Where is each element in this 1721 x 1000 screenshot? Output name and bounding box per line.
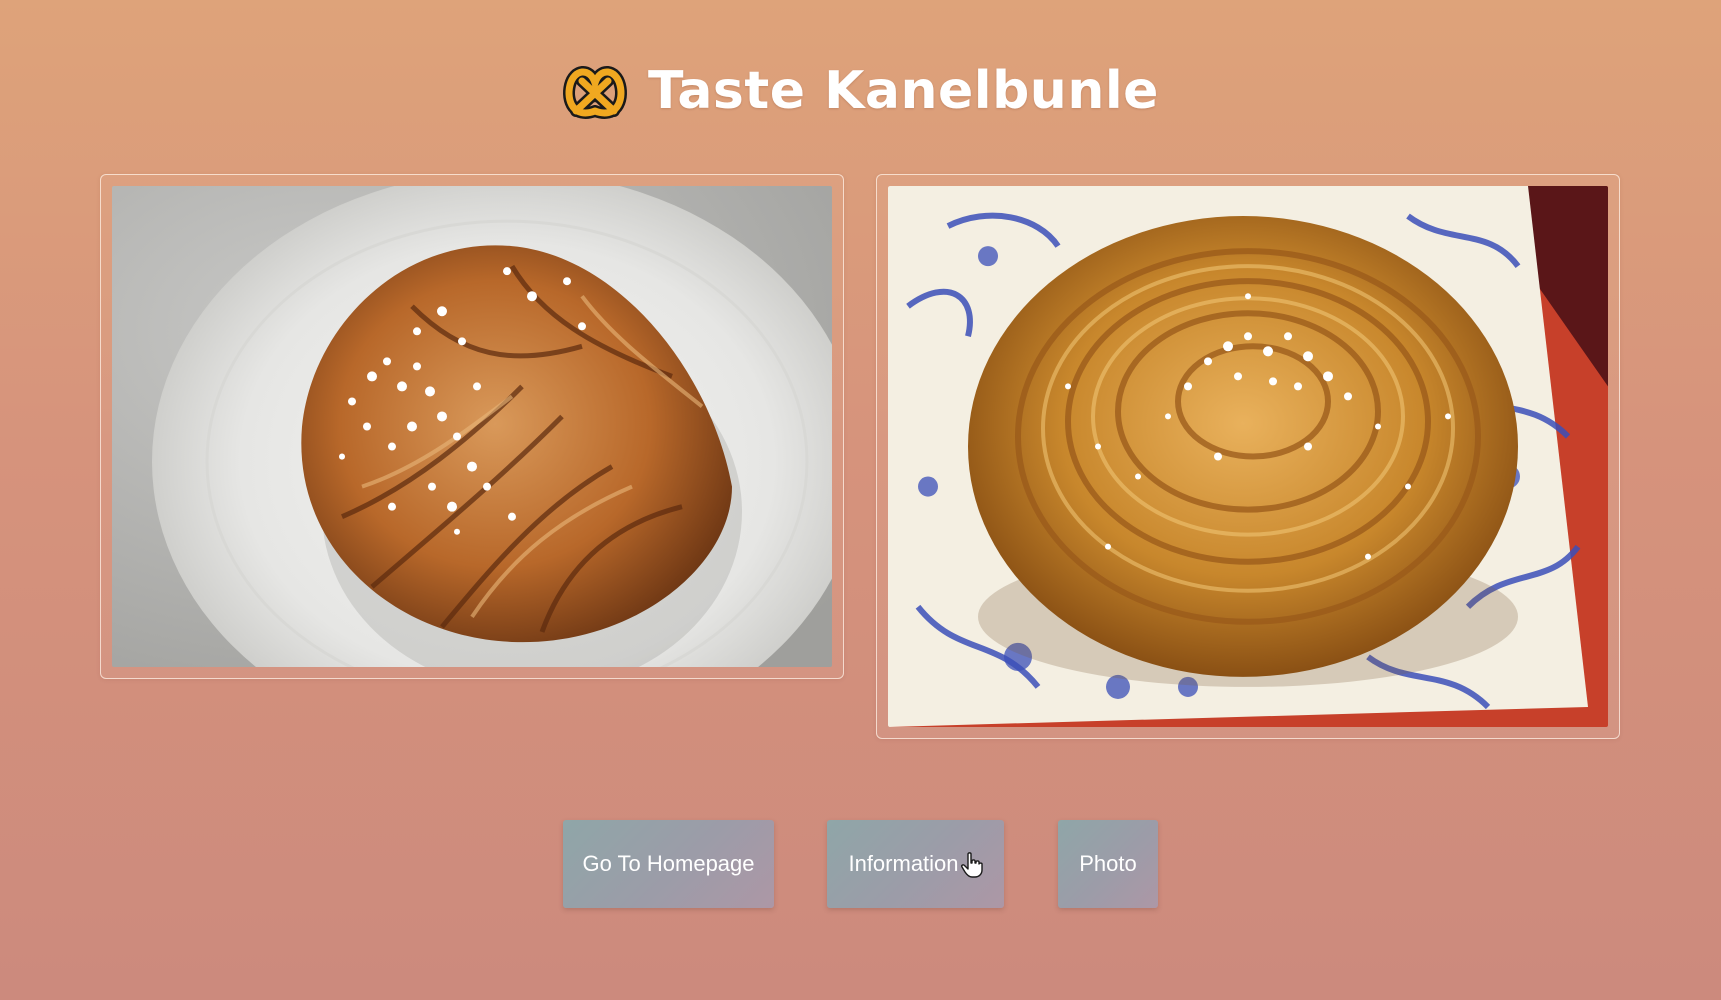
photo-label: Photo (1079, 851, 1137, 876)
page-title: Taste Kanelbunle (648, 61, 1159, 121)
cinnamon-bun-photo (888, 186, 1608, 727)
information-button[interactable]: Information (827, 820, 1004, 908)
photo-frame-twist-bun (100, 174, 844, 679)
page-header: Taste Kanelbunle (0, 58, 1721, 124)
hand-pointer-icon (960, 852, 983, 878)
twist-bun-photo (112, 186, 832, 667)
photo-frame-cinnamon-bun (876, 174, 1620, 739)
go-to-homepage-button[interactable]: Go To Homepage (563, 820, 774, 908)
go-to-homepage-label: Go To Homepage (582, 851, 755, 876)
pretzel-icon (563, 66, 627, 119)
photo-button[interactable]: Photo (1058, 820, 1158, 908)
information-label: Information (848, 851, 959, 876)
